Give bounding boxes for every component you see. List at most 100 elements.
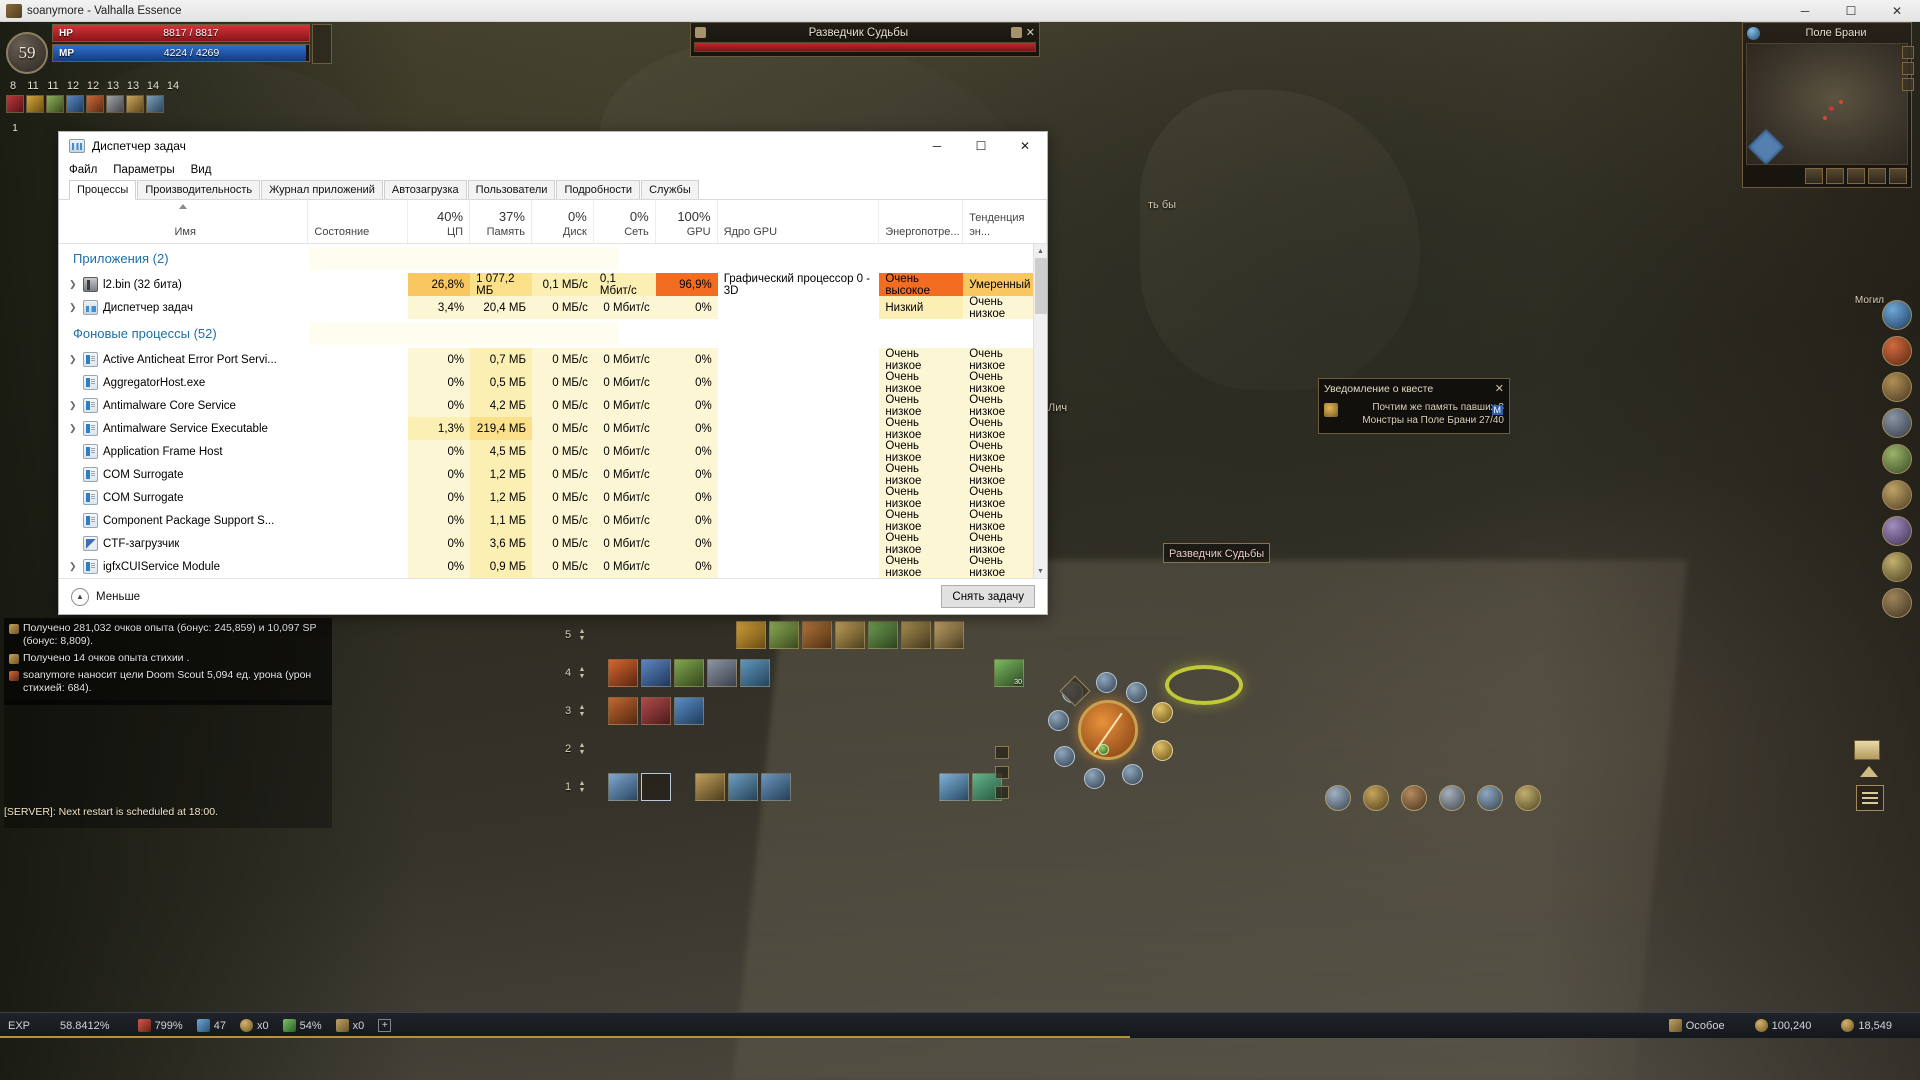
process-name-cell[interactable]: AggregatorHost.exe [59, 371, 308, 394]
target-frame[interactable]: Разведчик Судьбы ✕ [690, 22, 1040, 57]
column-header-name[interactable]: Имя [59, 200, 309, 243]
action-bar-expand-button[interactable] [995, 786, 1009, 799]
minimap-pin-button[interactable] [1847, 168, 1865, 184]
column-header-power-trend[interactable]: Тенденция эн... [963, 200, 1047, 243]
wheel-node-top[interactable] [1096, 672, 1117, 693]
skill-slot-icon[interactable] [86, 95, 104, 113]
process-name-cell[interactable]: ❯ Active Anticheat Error Port Servi... [59, 348, 308, 371]
action-slot[interactable] [641, 697, 671, 725]
column-header-disk[interactable]: 0% Диск [532, 200, 594, 243]
process-row[interactable]: ❯ Диспетчер задач 3,4% 20,4 МБ 0 МБ/с 0 Мбит/… [59, 296, 1047, 320]
action-slot[interactable] [740, 659, 770, 687]
npc-nameplate[interactable]: Разведчик Судьбы [1163, 543, 1271, 563]
quest-notification-close-icon[interactable]: ✕ [1495, 382, 1504, 395]
expand-up-icon[interactable] [1860, 766, 1878, 777]
chat-log[interactable]: Получено 281,032 очков опыта (бонус: 245… [4, 618, 332, 705]
process-row[interactable]: COM Surrogate 0% 1,2 МБ 0 МБ/с 0 Мбит/с 0% Оче… [59, 463, 1047, 487]
rail-icon-quest[interactable] [1882, 444, 1912, 474]
skill-slot-icon[interactable] [106, 95, 124, 113]
minimap-side-button[interactable] [1902, 78, 1914, 91]
action-slot[interactable] [608, 659, 638, 687]
wheel-node-bottom-left[interactable] [1084, 768, 1105, 789]
process-row[interactable]: ❯ l2.bin (32 бита) 26,8% 1 077,2 МБ 0,1 МБ/с… [59, 273, 1047, 297]
process-row[interactable]: CTF-загрузчик 0% 3,6 МБ 0 МБ/с 0 Мбит/с 0% Оче… [59, 532, 1047, 556]
rail-icon-shop[interactable] [1882, 552, 1912, 582]
radial-skill-wheel[interactable] [1040, 668, 1188, 798]
action-slot[interactable] [939, 773, 969, 801]
column-header-memory[interactable]: 37% Память [470, 200, 532, 243]
wheel-node-bottom-right[interactable] [1152, 740, 1173, 761]
action-slot[interactable] [769, 621, 799, 649]
bottom-icon-buff[interactable] [1477, 785, 1503, 811]
skill-slot-icon[interactable] [26, 95, 44, 113]
wheel-node-left-lower[interactable] [1054, 746, 1075, 767]
process-name-cell[interactable]: ❯ Диспетчер задач [59, 296, 308, 319]
minimap-side-button[interactable] [1902, 46, 1914, 59]
minimap-zoom-button[interactable] [1805, 168, 1823, 184]
fewer-details-button[interactable]: ▲ Меньше [71, 587, 140, 606]
bottom-icon-pouch[interactable] [1401, 785, 1427, 811]
rail-icon-magic[interactable] [1882, 300, 1912, 330]
task-manager-minimize-button[interactable]: ─ [915, 132, 959, 160]
tab-details[interactable]: Подробности [556, 180, 641, 199]
end-task-button[interactable]: Снять задачу [941, 585, 1035, 608]
minimap-side-buttons[interactable] [1902, 46, 1916, 94]
action-slot[interactable] [674, 697, 704, 725]
skill-slot-icon[interactable] [46, 95, 64, 113]
tab-performance[interactable]: Производительность [137, 180, 261, 199]
process-row[interactable]: ❯ Antimalware Core Service 0% 4,2 МБ 0 МБ/с 0… [59, 394, 1047, 418]
wheel-node-left[interactable] [1048, 710, 1069, 731]
process-name-cell[interactable]: COM Surrogate [59, 486, 308, 509]
shortcut-icon-row-1[interactable] [6, 95, 164, 113]
action-slot[interactable] [761, 773, 791, 801]
action-bar-row[interactable]: 5 ▲ ▼ [560, 620, 1024, 650]
task-manager-tabs[interactable]: Процессы Производительность Журнал прило… [59, 180, 1047, 200]
bottom-icon-bag[interactable] [1363, 785, 1389, 811]
bottom-icon-gear[interactable] [1439, 785, 1465, 811]
column-header-power[interactable]: Энергопотре... [879, 200, 964, 243]
chevron-right-icon[interactable]: ❯ [69, 302, 78, 313]
process-name-cell[interactable]: ❯ l2.bin (32 бита) [59, 273, 308, 296]
action-bar-row-arrows[interactable]: ▲ ▼ [576, 780, 588, 794]
scroll-down-icon[interactable]: ▼ [1034, 564, 1047, 578]
bottom-icon-misc[interactable] [1515, 785, 1541, 811]
tab-processes[interactable]: Процессы [69, 180, 137, 200]
action-bar-row[interactable]: 2 ▲ ▼ [560, 734, 1024, 764]
action-bar-lock-button[interactable] [995, 746, 1009, 759]
column-header-status[interactable]: Состояние [308, 200, 409, 243]
rail-icon-settings[interactable] [1882, 588, 1912, 618]
wheel-node-bottom[interactable] [1122, 764, 1143, 785]
wheel-toggle-icon[interactable] [1059, 675, 1091, 707]
quest-notification-panel[interactable]: Уведомление о квесте ✕ Почтим же память … [1318, 378, 1510, 434]
minimap-panel[interactable]: Поле Брани [1742, 22, 1912, 188]
action-slot[interactable] [707, 659, 737, 687]
action-slot[interactable] [934, 621, 964, 649]
wheel-node-center-green[interactable] [1098, 744, 1109, 755]
target-info-icon[interactable] [1010, 27, 1022, 38]
chevron-right-icon[interactable]: ❯ [69, 279, 78, 290]
process-name-cell[interactable]: Component Package Support S... [59, 509, 308, 532]
chevron-right-icon[interactable]: ❯ [69, 354, 78, 365]
chevron-right-icon[interactable]: ❯ [69, 423, 78, 434]
rail-icon-friends[interactable] [1882, 516, 1912, 546]
mail-icon[interactable] [1854, 740, 1880, 760]
action-slot[interactable] [901, 621, 931, 649]
minimap-close-button[interactable] [1826, 168, 1844, 184]
scrollbar-thumb[interactable] [1035, 258, 1047, 314]
chevron-right-icon[interactable]: ❯ [69, 400, 78, 411]
action-slot[interactable] [695, 773, 725, 801]
menu-view[interactable]: Вид [191, 164, 212, 176]
action-bar-row[interactable]: 4 ▲ ▼ 30 [560, 658, 1024, 688]
rail-icon-combat[interactable] [1882, 336, 1912, 366]
minimap-canvas[interactable] [1746, 43, 1908, 165]
process-name-cell[interactable]: CTF-загрузчик [59, 532, 308, 555]
column-header-gpu-core[interactable]: Ядро GPU [718, 200, 880, 243]
add-stat-button[interactable]: + [378, 1019, 392, 1032]
column-header-gpu[interactable]: 100% GPU [656, 200, 718, 243]
game-close-button[interactable]: ✕ [1874, 0, 1920, 22]
process-row[interactable]: ❯ Antimalware Service Executable 1,3% 219,4… [59, 417, 1047, 441]
target-close-icon[interactable]: ✕ [1026, 26, 1035, 39]
scroll-up-icon[interactable]: ▲ [1034, 244, 1047, 258]
wheel-node-right[interactable] [1152, 702, 1173, 723]
rail-icon-character[interactable] [1882, 408, 1912, 438]
